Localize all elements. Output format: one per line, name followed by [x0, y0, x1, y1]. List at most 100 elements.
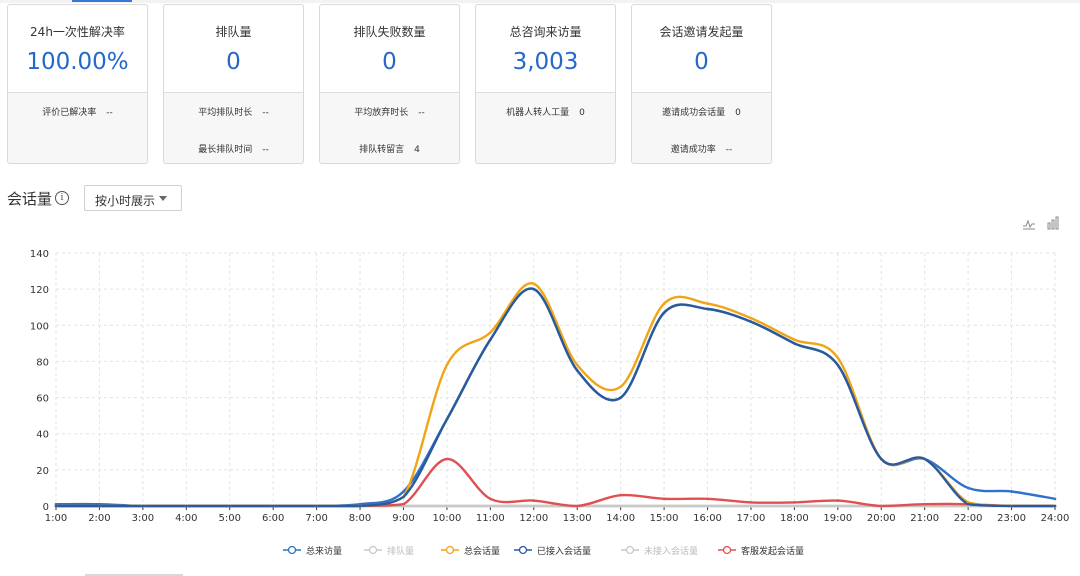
legend-label: 未接入会话量 [644, 547, 699, 557]
data-point [402, 495, 405, 499]
x-tick-label: 15:00 [650, 513, 679, 524]
x-tick-label: 12:00 [519, 513, 548, 524]
legend-marker-icon [514, 545, 532, 555]
data-point [575, 363, 579, 367]
data-point [315, 504, 318, 508]
x-tick-label: 19:00 [823, 513, 852, 524]
data-point [706, 504, 709, 508]
data-point [879, 504, 883, 508]
y-tick-label: 40 [36, 430, 49, 441]
data-point [836, 504, 840, 508]
series-line [56, 282, 1055, 508]
legend-label: 总会话量 [464, 547, 501, 557]
x-tick-label: 16:00 [693, 513, 722, 524]
x-tick-label: 13:00 [563, 513, 592, 524]
data-point [185, 504, 188, 508]
data-point [706, 497, 709, 501]
data-point [706, 307, 709, 311]
data-point [1053, 497, 1057, 501]
x-tick-label: 2:00 [88, 513, 110, 524]
data-point [271, 504, 275, 508]
x-tick-label: 9:00 [392, 513, 414, 524]
y-tick-label: 140 [30, 249, 49, 260]
data-point [749, 501, 753, 504]
data-point [532, 287, 536, 291]
data-point [662, 311, 666, 314]
x-tick-label: 3:00 [132, 513, 154, 524]
x-tick-label: 10:00 [432, 513, 461, 524]
x-tick-label: 4:00 [175, 513, 197, 524]
data-point [489, 497, 492, 501]
x-tick-label: 18:00 [780, 513, 809, 524]
data-point [445, 504, 449, 508]
data-point [445, 417, 449, 421]
data-point [836, 499, 840, 502]
x-tick-label: 22:00 [954, 513, 983, 524]
legend-marker-icon [441, 545, 459, 555]
data-point [532, 499, 536, 502]
y-tick-label: 20 [36, 466, 49, 477]
data-point [402, 502, 405, 506]
legend-label: 客服发起会话量 [741, 547, 805, 557]
x-tick-label: 6:00 [262, 513, 284, 524]
x-tick-label: 1:00 [45, 513, 67, 524]
data-point [98, 504, 101, 508]
legend-marker-icon [718, 545, 736, 555]
x-tick-label: 7:00 [305, 513, 327, 524]
data-point [923, 457, 926, 461]
data-point [662, 504, 666, 508]
legend-label: 总来访量 [306, 547, 343, 557]
x-tick-label: 24:00 [1041, 513, 1070, 524]
data-point [966, 486, 970, 490]
data-point [54, 504, 58, 508]
legend-label: 已接入会话量 [537, 547, 592, 557]
x-tick-label: 17:00 [737, 513, 766, 524]
data-point [575, 504, 579, 508]
x-tick-label: 23:00 [997, 513, 1026, 524]
data-point [793, 342, 796, 345]
data-point [793, 501, 796, 504]
data-point [793, 338, 796, 342]
data-point [141, 504, 145, 508]
data-point [575, 369, 579, 372]
data-point [532, 282, 536, 286]
data-point [489, 338, 492, 342]
data-point [619, 493, 622, 497]
data-point [402, 490, 405, 493]
x-tick-label: 14:00 [606, 513, 635, 524]
data-point [619, 385, 622, 389]
data-point [445, 363, 449, 367]
chart-legend: 总来访量 排队量 总会话量 已接入会话量 未接入会话量 客服发起会话量 [0, 541, 1080, 559]
data-point [836, 356, 840, 360]
x-tick-label: 21:00 [910, 513, 939, 524]
data-point [662, 302, 666, 305]
session-line-chart: 0 20 40 60 80 100 120 140 1:00 2:00 3:00 4:00 5:00 6:… [30, 249, 1070, 524]
data-point [445, 457, 449, 461]
data-point [228, 504, 232, 508]
data-point [879, 457, 883, 461]
data-point [662, 497, 666, 501]
data-point [923, 502, 926, 506]
data-point [793, 504, 796, 508]
y-tick-label: 80 [36, 357, 49, 368]
legend-marker-icon [364, 545, 382, 555]
data-point [1010, 504, 1013, 508]
x-tick-label: 5:00 [219, 513, 241, 524]
data-point [358, 504, 362, 508]
x-tick-label: 11:00 [476, 513, 505, 524]
x-tick-label: 20:00 [867, 513, 896, 524]
data-point [1010, 490, 1013, 493]
data-point [619, 396, 622, 399]
data-point [749, 316, 753, 320]
data-point [836, 363, 840, 367]
legend-label: 排队量 [387, 547, 415, 557]
data-point [749, 504, 753, 508]
data-point [749, 320, 753, 323]
data-point [619, 504, 622, 508]
y-tick-label: 0 [43, 502, 49, 513]
data-point [706, 302, 709, 305]
data-point [1053, 504, 1057, 508]
y-tick-label: 100 [30, 321, 49, 332]
data-point [532, 504, 536, 508]
legend-marker-icon [283, 545, 301, 555]
